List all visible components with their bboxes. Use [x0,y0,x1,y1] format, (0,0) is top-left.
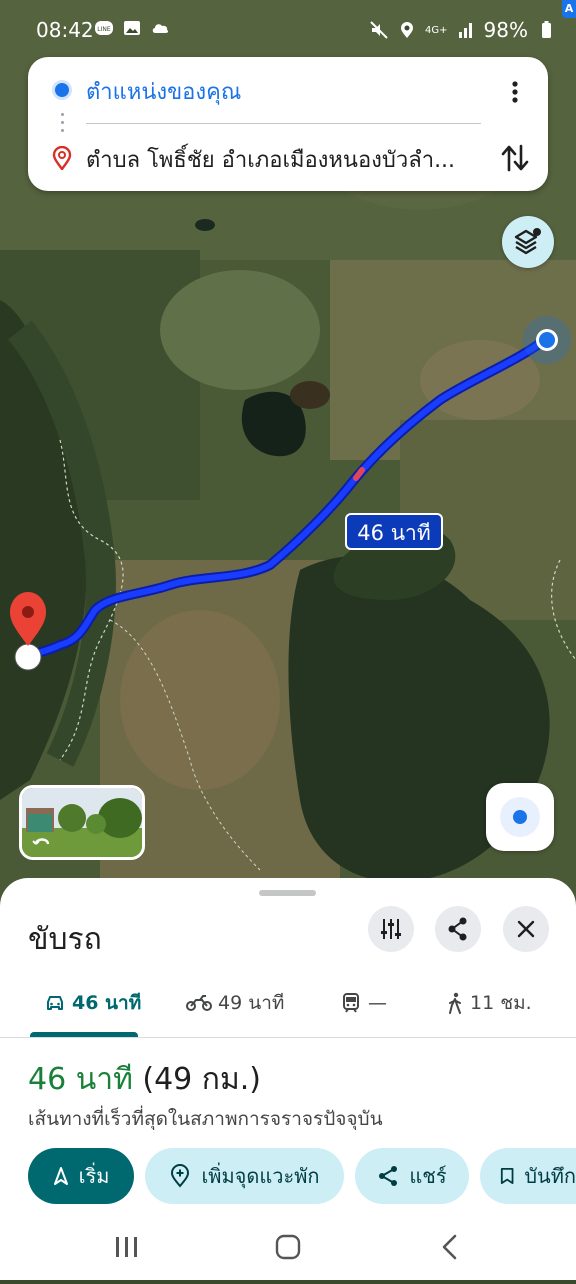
close-icon [517,920,535,938]
travel-mode-title: ขับรถ [28,922,102,957]
tab-walk[interactable]: 11 ชม. [446,973,532,1033]
route-duration: 46 นาที [28,1062,133,1097]
share-button[interactable]: แชร์ [355,1148,469,1204]
battery-percent: 98% [483,18,528,42]
back-icon[interactable] [442,1234,457,1260]
accessibility-badge: A [562,0,576,18]
notification-icons: LINE [94,18,170,38]
divider [86,123,481,124]
status-bar: 08:42 LINE 4G+ 98% A [0,0,576,60]
start-button[interactable]: เริ่ม [28,1148,134,1204]
car-icon [47,996,63,1010]
more-options-icon[interactable] [503,78,527,106]
battery-icon [542,21,551,38]
drag-handle[interactable] [259,890,316,896]
layers-button[interactable] [502,216,554,268]
motorcycle-icon [186,995,212,1011]
my-location-button[interactable] [486,783,554,851]
line-icon: LINE [95,21,113,35]
home-icon[interactable] [275,1234,301,1260]
close-button[interactable] [503,906,549,952]
bookmark-icon [500,1167,514,1185]
route-summary: 46 นาที (49 กม.) [28,1056,261,1103]
destination-field[interactable]: ตำบล โพธิ์ชัย อำเภอเมืองหนองบัวลำ... [86,142,478,177]
origin-dot-icon [55,83,69,97]
layers-icon [514,228,541,255]
travel-mode-tabs: 46 นาที 49 นาที — 11 ชม. [0,973,576,1039]
cloud-icon [152,24,169,33]
system-navigation-bar [0,1210,576,1280]
origin-field[interactable]: ตำแหน่งของคุณ [86,74,241,109]
system-icons: 4G+ 98% [369,18,556,42]
signal-icon [458,23,472,38]
street-view-image [22,788,142,857]
status-time: 08:42 [36,18,94,42]
action-buttons: เริ่ม เพิ่มจุดแวะพัก แชร์ บันทึก [0,1148,576,1204]
network-type: 4G+ [425,24,448,36]
route-options-button[interactable] [368,906,414,952]
recent-apps-icon[interactable] [116,1237,137,1257]
navigation-arrow-icon [53,1167,68,1185]
swap-icon[interactable] [500,142,530,174]
tab-transit-label: — [368,992,387,1014]
location-icon [401,22,414,38]
destination-icon [52,146,72,170]
train-icon [343,993,359,1013]
save-label: บันทึก [524,1164,576,1188]
route-distance: (49 กม.) [142,1062,261,1097]
share-label: แชร์ [409,1164,447,1188]
tab-walk-label: 11 ชม. [470,992,532,1014]
walk-icon [449,992,461,1014]
my-location-icon [500,797,540,837]
nav-buttons [116,1234,457,1260]
street-view-thumbnail[interactable] [19,785,145,860]
route-duration-label[interactable]: 46 นาที [345,513,443,550]
save-button[interactable]: บันทึก [480,1148,576,1204]
share-icon [379,1166,398,1186]
mute-icon [370,21,388,39]
tab-drive[interactable]: 46 นาที [44,973,141,1033]
tabs-divider [0,1037,576,1038]
image-icon [124,21,140,35]
add-location-icon [171,1164,190,1188]
route-description: เส้นทางที่เร็วที่สุดในสภาพการจราจรปัจจุบ… [28,1108,383,1130]
tune-icon [381,919,401,939]
tab-transit[interactable]: — [340,973,387,1033]
share-icon [448,917,467,941]
tab-drive-label: 46 นาที [72,992,142,1014]
add-stop-label: เพิ่มจุดแวะพัก [201,1164,320,1188]
svg-text:LINE: LINE [97,26,111,33]
dots-connector-icon [61,113,64,137]
share-route-button[interactable] [435,906,481,952]
tab-motorcycle-label: 49 นาที [218,992,285,1014]
tab-motorcycle[interactable]: 49 นาที [186,973,284,1033]
start-label: เริ่ม [78,1164,110,1188]
add-stop-button[interactable]: เพิ่มจุดแวะพัก [145,1148,344,1204]
